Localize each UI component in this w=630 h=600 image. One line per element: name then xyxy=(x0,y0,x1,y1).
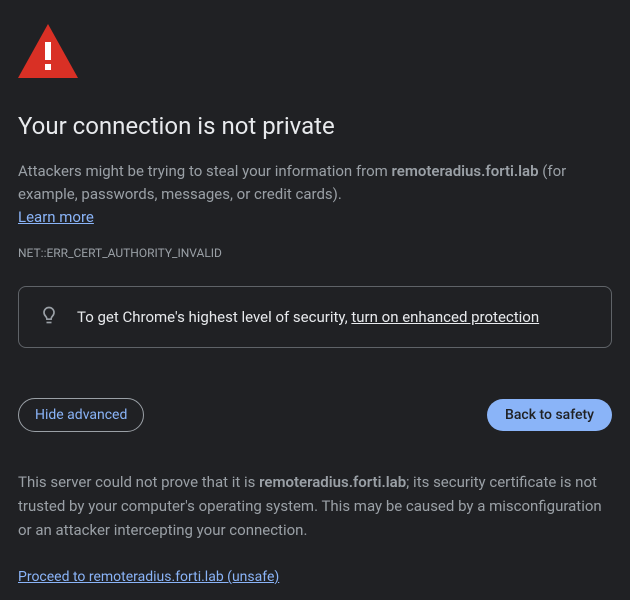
enhanced-protection-link[interactable]: turn on enhanced protection xyxy=(351,308,539,326)
back-to-safety-button[interactable]: Back to safety xyxy=(487,399,612,431)
detail-prefix: This server could not prove that it is xyxy=(18,473,259,491)
enhanced-protection-banner: To get Chrome's highest level of securit… xyxy=(18,286,612,348)
enhanced-prefix: To get Chrome's highest level of securit… xyxy=(77,308,351,326)
detail-message: This server could not prove that it is r… xyxy=(18,470,612,542)
hide-advanced-button[interactable]: Hide advanced xyxy=(18,398,144,432)
warning-message: Attackers might be trying to steal your … xyxy=(18,160,612,205)
warning-triangle-icon xyxy=(18,24,612,82)
error-code: NET::ERR_CERT_AUTHORITY_INVALID xyxy=(18,246,612,260)
enhanced-text: To get Chrome's highest level of securit… xyxy=(77,308,539,326)
warning-prefix: Attackers might be trying to steal your … xyxy=(18,162,392,180)
warning-domain: remoteradius.forti.lab xyxy=(392,162,539,180)
button-row: Hide advanced Back to safety xyxy=(18,398,612,432)
detail-domain: remoteradius.forti.lab xyxy=(259,473,406,491)
learn-more-link[interactable]: Learn more xyxy=(18,208,94,226)
lightbulb-icon xyxy=(39,305,59,329)
page-title: Your connection is not private xyxy=(18,112,612,140)
proceed-unsafe-link[interactable]: Proceed to remoteradius.forti.lab (unsaf… xyxy=(18,569,279,585)
